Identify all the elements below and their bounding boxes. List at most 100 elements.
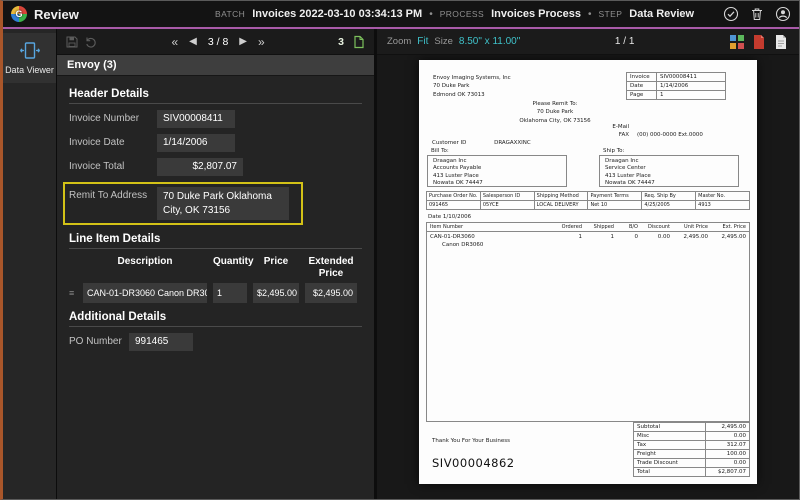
viewer-page-indicator: 1 / 1 [614,36,635,47]
row-handle-icon[interactable]: ≡ [69,283,83,303]
invoice-number-label: Invoice Number [69,113,140,124]
batch-label: BATCH [215,9,246,19]
trash-icon[interactable] [749,6,765,22]
document-position-indicator: 3 / 8 [207,35,229,48]
line-item-description[interactable]: CAN-01-DR3060 Canon DR3060 [83,283,207,303]
vendor-address-block: Envoy Imaging Systems, Inc 70 Duke Park … [433,74,511,99]
zoom-value[interactable]: Fit [417,36,428,47]
line-item-row: ≡ CAN-01-DR3060 Canon DR3060 1 $2,495.00… [69,283,362,303]
undo-button[interactable] [84,35,98,49]
step-value: Data Review [629,8,695,20]
item-table-body: CAN-01-DR3060 1 1 0 0.00 2,495.00 2,495.… [426,231,750,422]
sidebar-item-data-viewer[interactable]: Data Viewer [3,33,56,83]
sidebar: Data Viewer [3,29,57,499]
zoom-label: Zoom [387,36,412,47]
size-value: 8.50" x 11.00" [458,36,521,47]
breadcrumb: BATCH Invoices 2022-03-10 03:34:13 PM • … [215,8,694,20]
document-stamp: SIV00004862 [432,456,515,470]
bill-to-block: Bill To: Draagan Inc Accounts Payable 41… [427,148,567,187]
line-item-price[interactable]: $2,495.00 [253,283,299,303]
column-description: Description [117,256,173,267]
contact-block: E-Mail FAX (00) 000-0000 Ext.0000 [612,124,703,138]
document-pages-icon[interactable] [352,35,366,49]
field-po-number: PO Number 991465 [69,333,362,351]
page-count-value: 3 [338,35,344,48]
item-row: CAN-01-DR3060 1 1 0 0.00 2,495.00 2,495.… [430,234,746,240]
invoice-date-value[interactable]: 1/14/2006 [157,134,235,152]
pdf-document-icon[interactable] [751,34,767,50]
invoice-info-box: Invoice SIV00008411 Date 1/14/2006 Page 1 [626,72,726,100]
text-document-icon[interactable] [773,34,789,50]
section-title-header-details: Header Details [69,88,362,104]
separator-dot: • [429,9,433,20]
highlighted-field-box: Remit To Address 70 Duke Park Oklahoma C… [63,182,303,225]
line-item-quantity[interactable]: 1 [213,283,247,303]
thumbnails-icon[interactable] [729,34,745,50]
account-icon[interactable] [775,6,791,22]
undo-icon [86,37,96,48]
invoice-page[interactable]: Envoy Imaging Systems, Inc 70 Duke Park … [419,60,757,484]
panel-toolbar-left [65,35,98,49]
field-invoice-date: Invoice Date 1/14/2006 [69,134,362,152]
batch-value: Invoices 2022-03-10 03:34:13 PM [252,8,423,20]
line-item-extended-price[interactable]: $2,495.00 [305,283,357,303]
save-icon [66,36,78,47]
invoice-date-label: Invoice Date [69,137,125,148]
field-remit-to-address: Remit To Address 70 Duke Park Oklahoma C… [69,187,297,220]
column-quantity: Quantity [213,256,254,267]
section-title-line-items: Line Item Details [69,233,362,249]
remit-to-address-label: Remit To Address [69,190,148,201]
order-info-table: Purchase Order No. Salesperson ID Shippin… [426,191,750,210]
thank-you-line: Thank You For Your Business [432,438,510,444]
next-document-button[interactable]: ▶ [236,34,250,49]
order-date-line: Date 1/10/2006 [428,214,472,220]
page-title: Review [34,6,79,22]
step-label: STEP [598,9,623,19]
line-items-header: Description Quantity Price Extended Pric… [69,256,362,279]
invoice-number-value[interactable]: SIV00008411 [157,110,235,128]
section-title-additional: Additional Details [69,311,362,327]
vendor-street: 70 Duke Park [433,83,470,90]
first-document-button[interactable]: « [168,33,181,51]
remit-to-address-value[interactable]: 70 Duke Park Oklahoma City, OK 73156 [157,187,289,220]
review-window: G Review BATCH Invoices 2022-03-10 03:34… [0,0,800,500]
logo-letter: G [15,9,23,19]
document-canvas: Envoy Imaging Systems, Inc 70 Duke Park … [377,55,799,499]
grooper-logo-icon: G [11,6,27,22]
previous-document-button[interactable]: ◀ [186,34,200,49]
process-value: Invoices Process [491,8,581,20]
totals-table: Subtotal 2,495.00 Misc 0.00 Tax 312.07 Frei… [633,422,750,477]
data-panel: « ◀ 3 / 8 ▶ » 3 Envoy (3) Header Details [57,29,377,499]
remit-to-block: Please Remit To: 70 Duke Park Oklahoma C… [519,101,591,124]
document-viewer: Zoom Fit Size 8.50" x 11.00" 1 / 1 Envoy… [377,29,799,499]
invoice-total-label: Invoice Total [69,161,125,172]
topbar: G Review BATCH Invoices 2022-03-10 03:34… [3,1,799,27]
document-navigation: « ◀ 3 / 8 ▶ » [168,33,267,51]
customer-id-line: Customer ID DRAGAXXINC [432,140,531,146]
field-invoice-total: Invoice Total $2,807.07 [69,158,362,176]
sidebar-item-label: Data Viewer [5,65,54,75]
separator-dot: • [587,9,592,20]
document-group-header[interactable]: Envoy (3) [57,55,374,76]
last-document-button[interactable]: » [255,33,268,51]
field-invoice-number: Invoice Number SIV00008411 [69,110,362,128]
panel-toolbar-right: 3 [338,35,366,49]
main-layout: Data Viewer « ◀ 3 / 8 ▶ » 3 Envoy (3) He… [3,29,799,499]
column-extended-price: Extended Price [308,256,354,279]
complete-task-icon[interactable] [723,6,739,22]
save-button[interactable] [65,35,79,49]
ship-to-block: Ship To: Draagan Inc Service Center 413 … [599,148,739,187]
panel-toolbar: « ◀ 3 / 8 ▶ » 3 [57,29,374,55]
po-number-label: PO Number [69,336,122,347]
process-label: PROCESS [439,9,485,19]
panel-content: Header Details Invoice Number SIV0000841… [57,76,374,499]
vendor-name: Envoy Imaging Systems, Inc [433,75,511,81]
topbar-actions [723,6,791,22]
viewer-toolbar: Zoom Fit Size 8.50" x 11.00" 1 / 1 [377,29,799,55]
size-label: Size [434,36,453,47]
column-price: Price [263,256,289,267]
invoice-total-value[interactable]: $2,807.07 [157,158,243,176]
data-viewer-icon [19,42,40,59]
po-number-value[interactable]: 991465 [129,333,193,351]
vendor-city: Edmond OK 73013 [433,91,485,98]
